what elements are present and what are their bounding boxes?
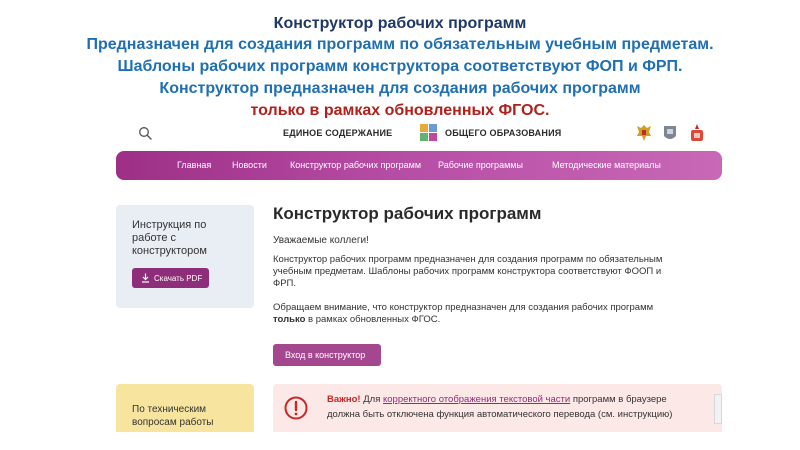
- warning-icon: [284, 396, 308, 420]
- website-screenshot: ЕДИНОЕ СОДЕРЖАНИЕ ОБЩЕГО ОБРАЗОВАНИЯ Гла…: [108, 118, 722, 432]
- download-icon: [142, 273, 149, 283]
- enter-constructor-button[interactable]: Вход в конструктор: [273, 344, 381, 366]
- recaptcha-badge[interactable]: [714, 394, 722, 424]
- main-navigation: Главная Новости Конструктор рабочих прог…: [116, 151, 722, 180]
- tech-support-text: По техническим вопросам работы: [132, 404, 214, 428]
- description-line: ФРП.: [273, 278, 297, 289]
- notice-line-2: только в рамках обновленных ФГОС.: [273, 314, 440, 326]
- notice-emphasis: только: [273, 314, 306, 325]
- tech-support-card[interactable]: По техническим вопросам работы: [116, 384, 254, 432]
- warning-post: программ в браузере: [570, 394, 667, 405]
- site-title-part2: ОБЩЕГО ОБРАЗОВАНИЯ: [445, 128, 562, 138]
- nav-item-news[interactable]: Новости: [232, 160, 267, 170]
- description-line: Конструктор рабочих программ предназначе…: [273, 254, 663, 265]
- enter-constructor-label: Вход в конструктор: [285, 350, 366, 360]
- page-title: Конструктор рабочих программ: [273, 204, 542, 223]
- slide-heading-title: Конструктор рабочих программ: [273, 15, 527, 32]
- site-logo-icon: [420, 124, 438, 142]
- nav-item-constructor[interactable]: Конструктор рабочих программ: [290, 160, 421, 170]
- warning-alert: Важно! Для корректного отображения текст…: [273, 384, 722, 432]
- nav-item-work-programs[interactable]: Рабочие программы: [438, 160, 523, 170]
- slide-heading-line4: Конструктор предназначен для создания ра…: [159, 80, 641, 97]
- instruction-card: Инструкция по работе с конструктором: [116, 205, 254, 308]
- notice-line-rest: в рамках обновленных ФГОС.: [305, 314, 441, 325]
- coat-of-arms-icon[interactable]: [635, 122, 653, 144]
- slide-heading-line3: Шаблоны рабочих программ конструктора со…: [117, 58, 683, 75]
- site-title-part1: ЕДИНОЕ СОДЕРЖАНИЕ: [283, 128, 393, 138]
- download-pdf-button[interactable]: Скачать PDF: [132, 268, 209, 288]
- warning-line-2: должна быть отключена функция автоматиче…: [327, 409, 673, 420]
- warning-important: Важно!: [327, 394, 361, 405]
- greeting-text: Уважаемые коллеги!: [273, 235, 369, 246]
- nav-item-methodical-materials[interactable]: Методические материалы: [552, 160, 661, 170]
- warning-pre: Для: [360, 394, 383, 405]
- ministry-emblem-icon[interactable]: [661, 122, 679, 144]
- search-icon[interactable]: [138, 126, 152, 140]
- notice-line: Обращаем внимание, что конструктор предн…: [273, 302, 654, 313]
- slide-heading-line2: Предназначен для создания программ по об…: [86, 36, 714, 53]
- site-header: ЕДИНОЕ СОДЕРЖАНИЕ ОБЩЕГО ОБРАЗОВАНИЯ: [108, 118, 722, 148]
- instruction-text: Инструкция по работе с конструктором: [132, 219, 207, 257]
- warning-link[interactable]: корректного отображения текстовой части: [383, 394, 570, 405]
- nav-item-home[interactable]: Главная: [177, 160, 211, 170]
- warning-line-1: Важно! Для корректного отображения текст…: [327, 394, 667, 405]
- download-pdf-label: Скачать PDF: [154, 274, 203, 283]
- description-line: учебным предметам. Шаблоны рабочих прогр…: [273, 266, 662, 277]
- institute-emblem-icon[interactable]: [688, 122, 706, 144]
